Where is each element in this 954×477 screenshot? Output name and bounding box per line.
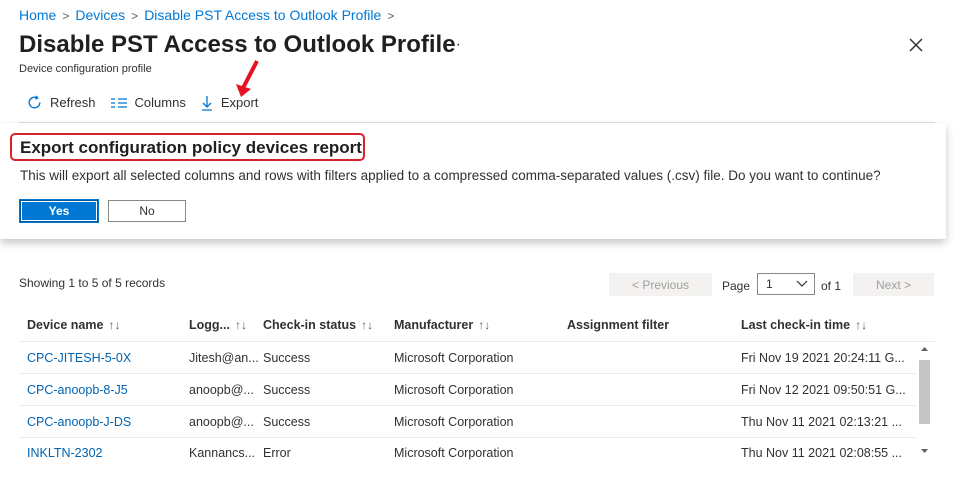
last-checkin-time: Fri Nov 19 2021 20:24:11 G... <box>741 351 905 365</box>
column-label: Assignment filter <box>567 318 670 332</box>
last-checkin-time: Thu Nov 11 2021 02:08:55 ... <box>741 446 902 460</box>
scroll-down-icon[interactable] <box>918 446 931 456</box>
column-header-assignment-filter[interactable]: Assignment filter <box>567 318 669 332</box>
device-link[interactable]: CPC-JITESH-5-0X <box>27 351 131 365</box>
columns-icon <box>110 97 127 108</box>
no-button[interactable]: No <box>108 200 186 222</box>
scroll-up-icon[interactable] <box>918 344 931 354</box>
device-link[interactable]: CPC-anoopb-8-J5 <box>27 383 128 397</box>
sort-icon: ↑↓ <box>361 318 374 332</box>
breadcrumb-profile[interactable]: Disable PST Access to Outlook Profile <box>144 7 381 23</box>
next-button[interactable]: Next > <box>853 273 934 296</box>
column-label: Last check-in time <box>741 318 851 332</box>
manufacturer: Microsoft Corporation <box>394 446 514 460</box>
logged-in-user: Kannancs... <box>189 446 256 460</box>
row-divider <box>19 341 935 342</box>
checkin-status: Success <box>263 383 311 397</box>
column-label: Logg... <box>189 318 230 332</box>
annotation-arrow-icon <box>236 60 259 97</box>
breadcrumb-devices[interactable]: Devices <box>75 7 125 23</box>
column-header-manufacturer[interactable]: Manufacturer ↑↓ <box>394 318 490 332</box>
refresh-button[interactable]: Refresh <box>26 94 96 111</box>
more-options-button[interactable]: ··· <box>443 36 462 54</box>
column-label: Check-in status <box>263 318 357 332</box>
page-select[interactable]: 1 <box>757 273 815 295</box>
logged-in-user: anoopb@... <box>189 415 254 429</box>
device-link[interactable]: CPC-anoopb-J-DS <box>27 415 131 429</box>
scrollbar-thumb[interactable] <box>919 360 930 424</box>
page-subtitle: Device configuration profile <box>19 63 152 75</box>
device-link[interactable]: INKLTN-2302 <box>27 446 103 460</box>
chevron-right-icon: > <box>131 9 139 23</box>
columns-label: Columns <box>134 95 186 110</box>
logged-in-user: Jitesh@an... <box>189 351 259 365</box>
last-checkin-time: Thu Nov 11 2021 02:13:21 ... <box>741 415 902 429</box>
column-header-checkin-status[interactable]: Check-in status ↑↓ <box>263 318 373 332</box>
breadcrumb: Home > Devices > Disable PST Access to Outlo… <box>19 7 400 23</box>
manufacturer: Microsoft Corporation <box>394 415 514 429</box>
yes-button[interactable]: Yes <box>19 199 99 223</box>
page-title: Disable PST Access to Outlook Profile <box>19 31 456 58</box>
column-header-logged-in[interactable]: Logg... ↑↓ <box>189 318 247 332</box>
chevron-right-icon: > <box>62 9 70 23</box>
page-select-value: 1 <box>766 277 773 291</box>
previous-button[interactable]: < Previous <box>609 273 712 296</box>
sort-icon: ↑↓ <box>108 318 121 332</box>
page-label: Page <box>722 279 751 293</box>
columns-button[interactable]: Columns <box>110 95 186 110</box>
breadcrumb-home[interactable]: Home <box>19 7 56 23</box>
last-checkin-time: Fri Nov 12 2021 09:50:51 G... <box>741 383 906 397</box>
column-header-last-checkin[interactable]: Last check-in time ↑↓ <box>741 318 867 332</box>
chevron-right-icon: > <box>387 9 395 23</box>
checkin-status: Success <box>263 351 311 365</box>
manufacturer: Microsoft Corporation <box>394 351 514 365</box>
dialog-message: This will export all selected columns an… <box>20 168 881 183</box>
sort-icon: ↑↓ <box>855 318 868 332</box>
column-label: Manufacturer <box>394 318 474 332</box>
chevron-down-icon <box>796 280 808 287</box>
row-divider <box>19 437 916 438</box>
page-total: of 1 <box>821 279 842 293</box>
refresh-label: Refresh <box>50 95 96 110</box>
export-dialog: Export configuration policy devices repo… <box>0 123 946 239</box>
checkin-status: Success <box>263 415 311 429</box>
manufacturer: Microsoft Corporation <box>394 383 514 397</box>
download-icon <box>201 95 212 111</box>
column-header-device-name[interactable]: Device name ↑↓ <box>27 318 120 332</box>
row-divider <box>19 373 916 374</box>
sort-icon: ↑↓ <box>478 318 491 332</box>
checkin-status: Error <box>263 446 291 460</box>
dialog-title: Export configuration policy devices repo… <box>20 138 362 157</box>
records-count: Showing 1 to 5 of 5 records <box>19 276 166 290</box>
sort-icon: ↑↓ <box>234 318 247 332</box>
refresh-icon <box>28 95 41 109</box>
logged-in-user: anoopb@... <box>189 383 254 397</box>
close-button[interactable] <box>904 33 928 57</box>
close-icon <box>909 38 923 52</box>
row-divider <box>19 405 916 406</box>
column-label: Device name <box>27 318 104 332</box>
